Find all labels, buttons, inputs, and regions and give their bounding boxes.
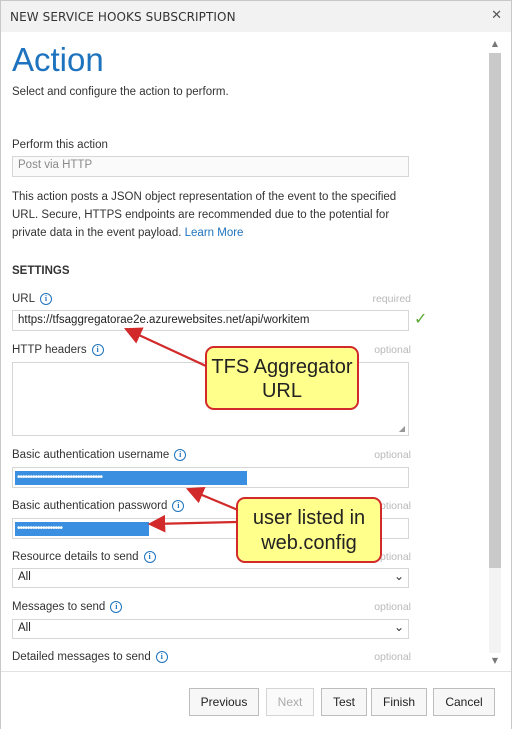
learn-more-link[interactable]: Learn More	[185, 227, 244, 239]
cancel-button[interactable]: Cancel	[433, 688, 495, 716]
detailed-messages-label-text: Detailed messages to send	[12, 651, 151, 663]
finish-button[interactable]: Finish	[371, 688, 427, 716]
tfs-callout-line1: TFS Aggregator	[211, 356, 353, 378]
http-headers-optional: optional	[374, 344, 411, 356]
password-label: Basic authentication password i	[12, 500, 185, 512]
tfs-callout-line2: URL	[261, 380, 302, 402]
resource-details-label-text: Resource details to send	[12, 551, 139, 563]
detailed-messages-optional: optional	[374, 651, 411, 663]
info-icon[interactable]: i	[143, 551, 156, 563]
resource-details-value: All	[18, 571, 31, 583]
scroll-up-icon[interactable]: ▲	[488, 39, 502, 49]
perform-action-field: Post via HTTP	[12, 156, 409, 177]
info-icon[interactable]: i	[155, 651, 168, 663]
tfs-aggregator-callout: TFS Aggregator URL	[205, 346, 359, 410]
url-label-text: URL	[12, 293, 36, 305]
chevron-down-icon: ⌄	[393, 620, 404, 634]
username-masked-value: ••••••••••••••••••••••••••••••••••	[15, 471, 247, 485]
url-input[interactable]: https://tfsaggregatorae2e.azurewebsites.…	[12, 310, 409, 331]
password-masked-value: ••••••••••••••••••	[15, 522, 149, 536]
username-label: Basic authentication username i	[12, 449, 187, 461]
resource-details-select[interactable]: All ⌄	[12, 568, 409, 588]
test-button[interactable]: Test	[321, 688, 367, 716]
messages-optional: optional	[374, 601, 411, 613]
password-label-text: Basic authentication password	[12, 500, 168, 512]
previous-button[interactable]: Previous	[189, 688, 259, 716]
messages-select[interactable]: All ⌄	[12, 619, 409, 639]
username-label-text: Basic authentication username	[12, 449, 170, 461]
http-headers-label: HTTP headers i	[12, 344, 104, 356]
username-optional: optional	[374, 449, 411, 461]
scroll-down-icon[interactable]: ▼	[488, 656, 502, 666]
info-icon[interactable]: i	[91, 344, 104, 356]
perform-action-label: Perform this action	[12, 139, 108, 151]
settings-header: SETTINGS	[12, 265, 70, 277]
resource-details-label: Resource details to send i	[12, 551, 156, 563]
page-subtitle: Select and configure the action to perfo…	[12, 86, 229, 98]
messages-label-text: Messages to send	[12, 601, 106, 613]
dialog-title: NEW SERVICE HOOKS SUBSCRIPTION	[10, 10, 236, 24]
next-button[interactable]: Next	[266, 688, 314, 716]
user-callout-line2: web.config	[261, 532, 357, 554]
info-icon[interactable]: i	[174, 449, 187, 461]
user-callout-line1: user listed in	[252, 507, 366, 529]
vertical-scrollbar[interactable]: ▲ ▼	[488, 39, 502, 669]
url-required: required	[372, 293, 411, 305]
chevron-down-icon: ⌄	[393, 569, 404, 583]
http-headers-label-text: HTTP headers	[12, 344, 87, 356]
username-input[interactable]: ••••••••••••••••••••••••••••••••••	[12, 467, 409, 488]
info-icon[interactable]: i	[110, 601, 123, 613]
info-icon[interactable]: i	[172, 500, 185, 512]
checkmark-icon: ✓	[414, 309, 428, 328]
user-webconfig-callout: user listed in web.config	[236, 497, 382, 563]
url-value: https://tfsaggregatorae2e.azurewebsites.…	[18, 314, 310, 326]
action-description: This action posts a JSON object represen…	[12, 188, 412, 242]
dialog-titlebar: NEW SERVICE HOOKS SUBSCRIPTION ✕	[1, 1, 511, 32]
url-label: URL i	[12, 293, 53, 305]
messages-label: Messages to send i	[12, 601, 123, 613]
resize-handle-icon[interactable]: ◢	[399, 424, 405, 433]
scroll-thumb[interactable]	[489, 53, 501, 568]
dialog-footer: Previous Next Test Finish Cancel	[1, 671, 511, 729]
info-icon[interactable]: i	[40, 293, 53, 305]
page-title: Action	[12, 41, 104, 78]
close-icon[interactable]: ✕	[491, 8, 502, 23]
messages-value: All	[18, 622, 31, 634]
detailed-messages-label: Detailed messages to send i	[12, 651, 168, 663]
